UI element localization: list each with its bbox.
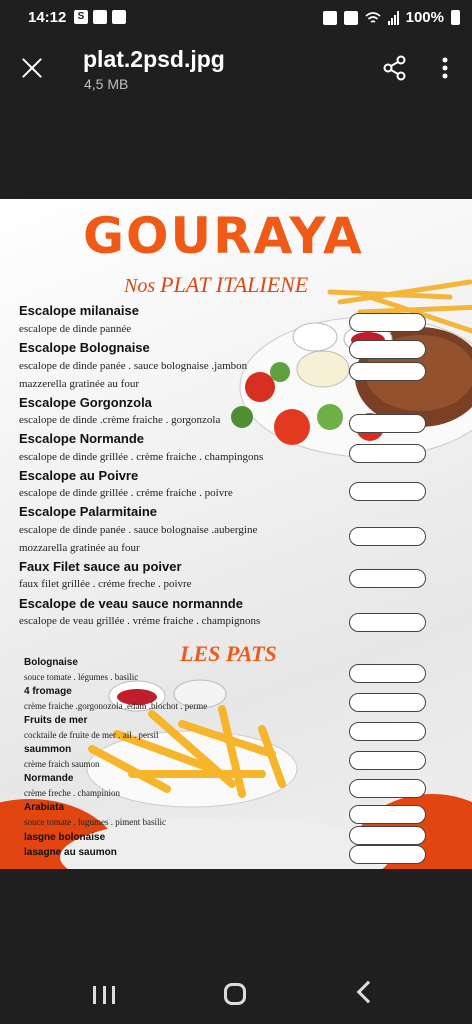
pasta-item-title: lasagne au saumon xyxy=(24,847,117,858)
menu-item-desc: escalope de dinde grillée . créme fraich… xyxy=(19,487,233,499)
menu-image[interactable]: GOURAYA Nos PLAT ITALIENE Escalope milan… xyxy=(0,199,472,869)
price-box xyxy=(349,826,426,845)
menu-item-desc: faux filet grillée . créme freche . poiv… xyxy=(19,578,192,590)
share-icon[interactable] xyxy=(381,54,409,82)
price-box xyxy=(349,340,426,359)
menu-item-title: Escalope de veau sauce normannde xyxy=(19,596,243,611)
pasta-item-title: Normande xyxy=(24,773,74,784)
menu-item-title: Escalope Normande xyxy=(19,431,144,446)
price-box xyxy=(349,414,426,433)
price-box xyxy=(349,664,426,683)
price-box xyxy=(349,569,426,588)
gallery-icon xyxy=(93,10,107,24)
price-box xyxy=(349,779,426,798)
folder-icon xyxy=(112,10,126,24)
pasta-item-desc: crème freche . champinion xyxy=(24,788,120,798)
battery-percent: 100% xyxy=(405,9,444,26)
alarm-icon xyxy=(343,10,358,25)
price-box xyxy=(349,362,426,381)
menu-item-desc: escalope de dinde .crème fraiche . gorgo… xyxy=(19,414,221,426)
menu-item-desc: mazzerella gratinée au four xyxy=(19,378,140,390)
pasta-item-title: Bolognaise xyxy=(24,657,78,668)
pasta-item-title: 4 fromage xyxy=(24,686,72,697)
pasta-item-title: lasgne bolonaise xyxy=(24,832,106,843)
price-box xyxy=(349,805,426,824)
menu-item-desc: escalope de dinde grillée . crème fraich… xyxy=(19,451,264,463)
file-name: plat.2psd.jpg xyxy=(83,46,225,72)
menu-item-title: Escalope Palarmitaine xyxy=(19,504,158,519)
subtitle-main: PLAT ITALIENE xyxy=(160,272,309,297)
brand-title: GOURAYA xyxy=(83,207,364,265)
menu-item-desc: escalope de veau grillée . vréme fraiche… xyxy=(19,615,261,627)
battery-icon xyxy=(451,10,460,25)
menu-item-title: Escalope milanaise xyxy=(19,303,139,318)
subtitle-prefix: Nos xyxy=(124,275,156,297)
pasta-item-title: Fruits de mer xyxy=(24,715,88,726)
price-box xyxy=(349,693,426,712)
wifi-icon xyxy=(365,11,381,23)
price-box xyxy=(349,751,426,770)
status-right: 100% xyxy=(322,9,460,26)
menu-item-desc: escalope de dinde panée . sauce bolognai… xyxy=(19,524,258,536)
menu-item-desc: mozzarella gratinée au four xyxy=(19,542,140,554)
menu-item-title: Faux Filet sauce au poiver xyxy=(19,559,182,574)
price-box xyxy=(349,845,426,864)
menu-item-desc: escalope de dinde pannée xyxy=(19,323,132,335)
price-box xyxy=(349,444,426,463)
pasta-item-title: saummon xyxy=(24,744,72,755)
lock-icon xyxy=(322,10,337,25)
pasta-item-desc: cocktaile de fruite de mer . ail . persi… xyxy=(24,730,159,740)
more-options-icon[interactable] xyxy=(433,54,457,82)
section-subtitle: Nos PLAT ITALIENE xyxy=(124,272,308,298)
menu-item-title: Escalope Bolognaise xyxy=(19,340,150,355)
pasta-item-desc: souce tomate . lugumes . piment basilic xyxy=(24,817,166,827)
price-box xyxy=(349,527,426,546)
signal-icon xyxy=(387,10,399,25)
status-bar: 14:12 S 100% xyxy=(0,0,472,36)
close-button[interactable] xyxy=(18,54,46,82)
price-box xyxy=(349,482,426,501)
price-box xyxy=(349,313,426,332)
menu-item-title: Escalope au Poivre xyxy=(19,468,139,483)
back-icon[interactable] xyxy=(356,980,380,1004)
pasta-item-desc: crème fraich saumon xyxy=(24,759,100,769)
viewer-toolbar: plat.2psd.jpg 4,5 MB xyxy=(0,36,472,112)
pasta-heading: LES PATS xyxy=(180,641,277,666)
menu-item-title: Escalope Gorgonzola xyxy=(19,395,152,410)
pasta-item-title: Arabiata xyxy=(24,802,65,813)
price-box xyxy=(349,722,426,741)
navigation-bar xyxy=(0,969,472,1024)
pasta-item-desc: souce tomate . légumes . basilic xyxy=(24,672,139,682)
price-box xyxy=(349,613,426,632)
pasta-item-desc: crème fraiche .gorgonozola .edam .blocho… xyxy=(24,701,208,711)
menu-item-desc: escalope de dinde panée . sauce bolognai… xyxy=(19,360,248,372)
status-time: 14:12 xyxy=(28,9,67,26)
file-size: 4,5 MB xyxy=(84,76,129,92)
recents-icon[interactable] xyxy=(93,986,115,1004)
escalope-plate-photo xyxy=(231,279,472,458)
notification-icons: S xyxy=(74,10,126,24)
s-app-icon: S xyxy=(74,10,88,24)
home-icon[interactable] xyxy=(224,983,246,1005)
